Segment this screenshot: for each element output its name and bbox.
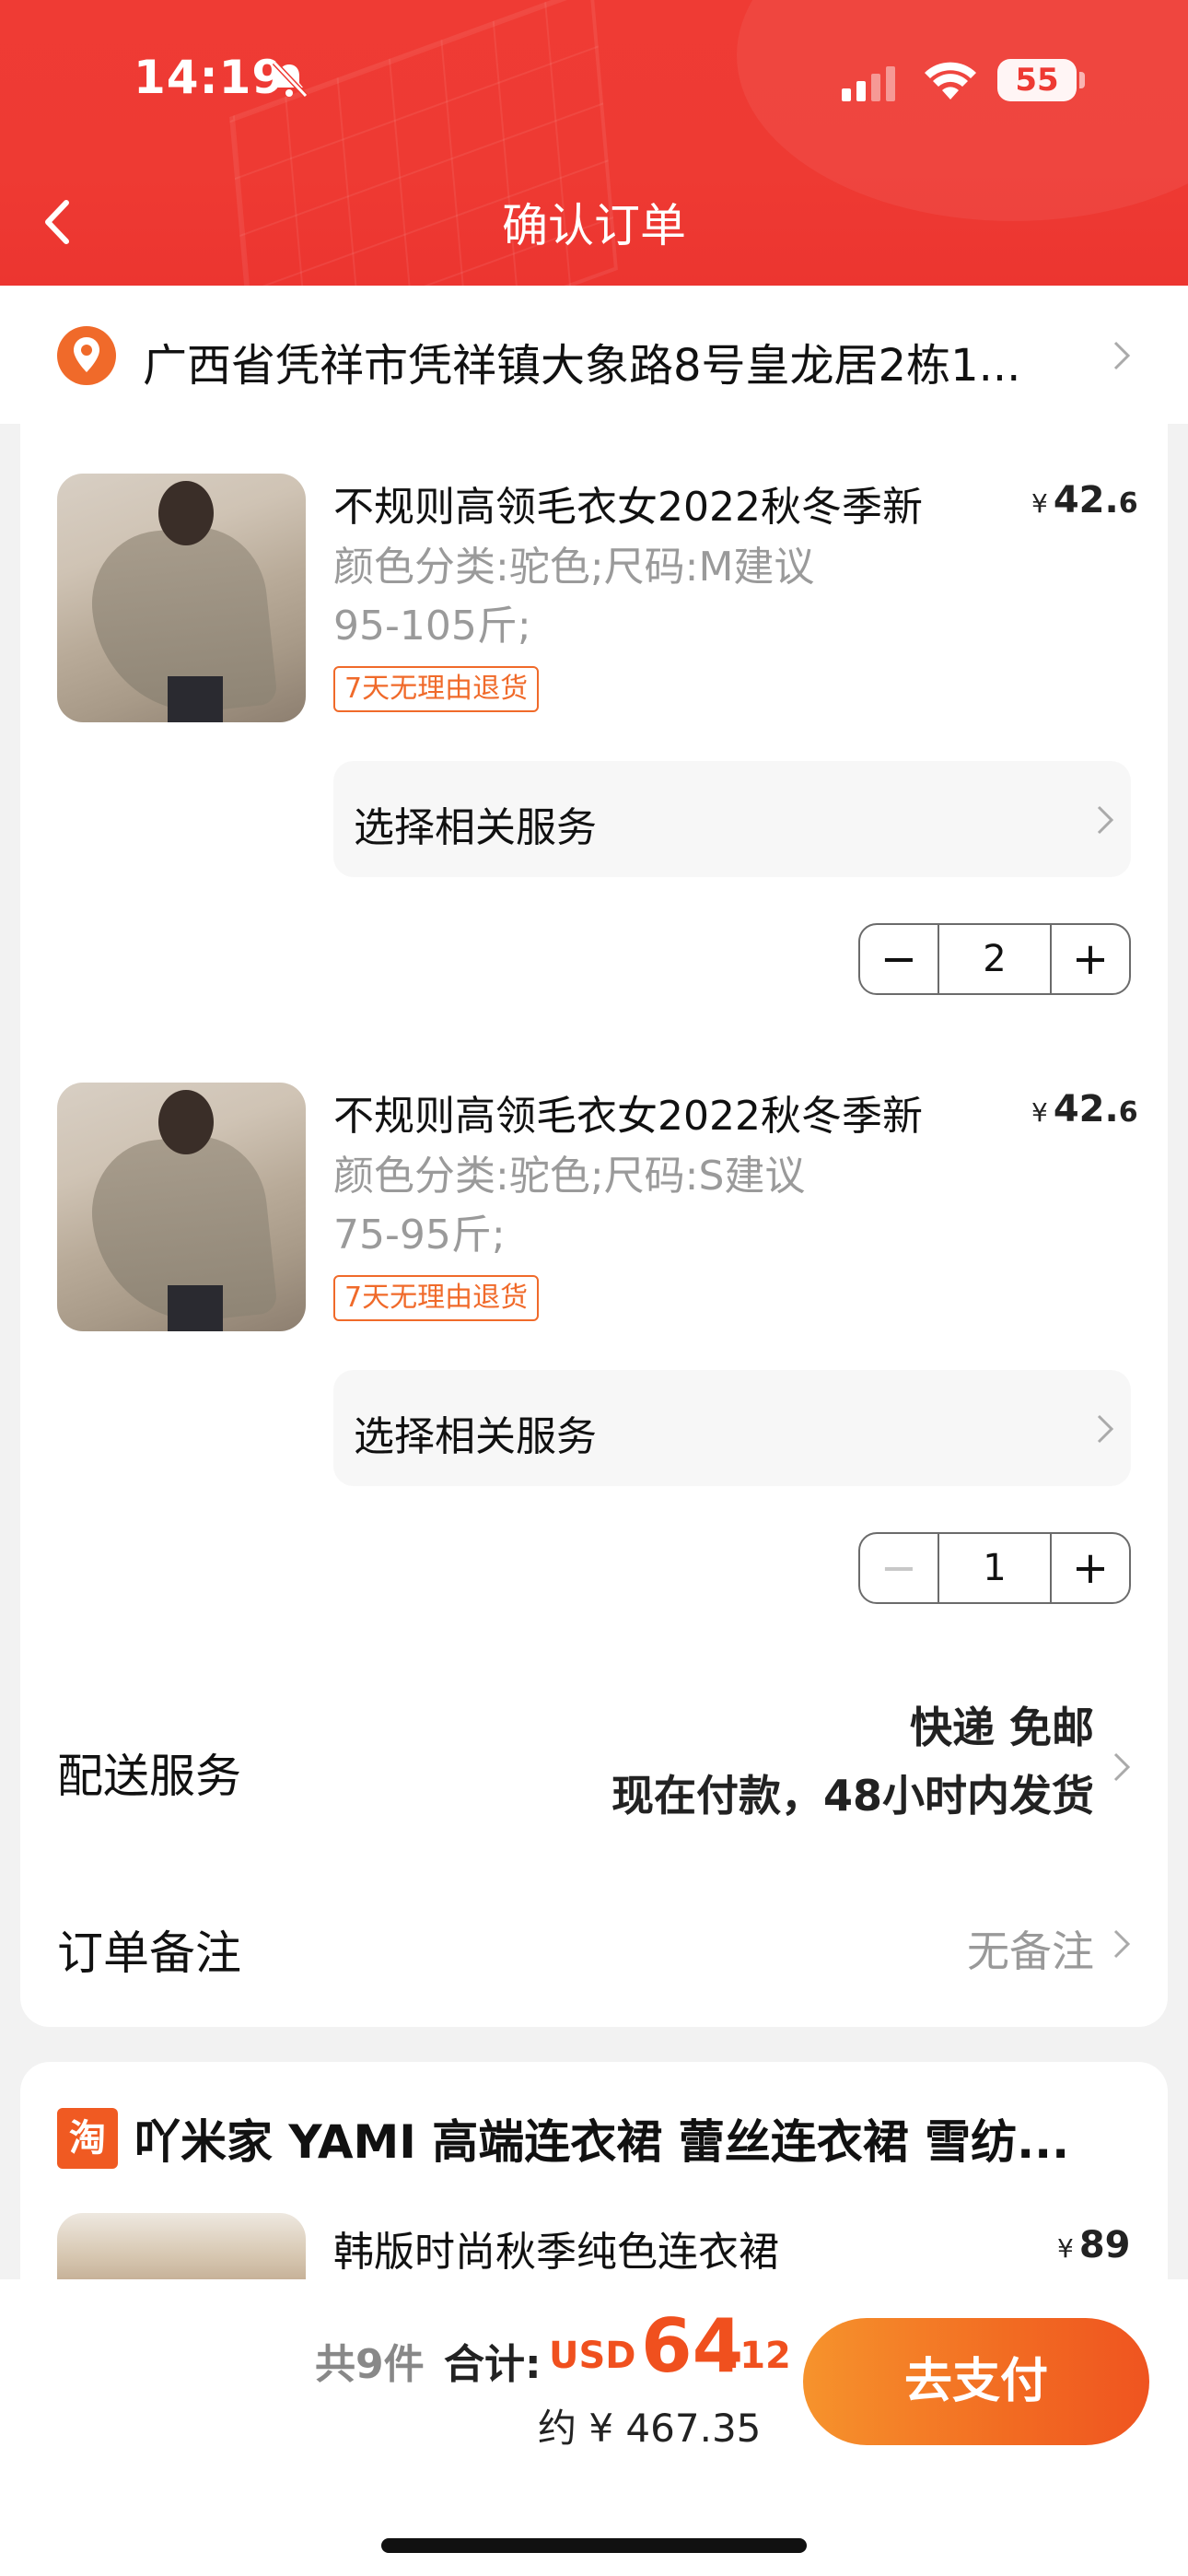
product-price: ¥42.6 bbox=[1031, 479, 1138, 521]
select-service-button[interactable]: 选择相关服务 bbox=[333, 1370, 1131, 1486]
quantity-value[interactable]: 1 bbox=[939, 1534, 1050, 1602]
wifi-icon bbox=[925, 62, 976, 100]
chevron-right-icon bbox=[1113, 341, 1131, 370]
increment-button[interactable]: + bbox=[1050, 1534, 1129, 1602]
battery-cap bbox=[1079, 72, 1085, 88]
shop-name[interactable]: 吖米家 YAMI 高端连衣裙 蕾丝连衣裙 雪纺... bbox=[134, 2105, 1120, 2172]
select-service-button[interactable]: 选择相关服务 bbox=[333, 761, 1131, 877]
product-price: ¥89 bbox=[1057, 2224, 1131, 2266]
product-price: ¥42.6 bbox=[1031, 1088, 1138, 1130]
chevron-right-icon bbox=[1113, 1752, 1131, 1782]
mute-icon bbox=[272, 60, 309, 99]
service-label: 选择相关服务 bbox=[354, 1413, 597, 1460]
quantity-value[interactable]: 2 bbox=[939, 925, 1050, 993]
taobao-shop-icon: 淘 bbox=[57, 2108, 118, 2169]
quantity-stepper[interactable]: − 2 + bbox=[858, 923, 1131, 995]
pay-button[interactable]: 去支付 bbox=[803, 2318, 1149, 2445]
page-title: 确认订单 bbox=[502, 199, 686, 252]
location-pin-icon bbox=[57, 326, 116, 385]
product-image[interactable] bbox=[57, 1083, 306, 1331]
increment-button[interactable]: + bbox=[1050, 925, 1129, 993]
service-label: 选择相关服务 bbox=[354, 804, 597, 851]
total-amount-decimal: .12 bbox=[726, 2335, 791, 2377]
product-image[interactable] bbox=[57, 474, 306, 722]
delivery-label[interactable]: 配送服务 bbox=[57, 1739, 241, 1806]
product-title[interactable]: 不规则高领毛衣女2022秋冬季新 bbox=[333, 1083, 923, 1142]
address-text[interactable]: 广西省凭祥市凭祥镇大象路8号皇龙居2栋1... bbox=[143, 329, 1101, 393]
quantity-stepper[interactable]: − 1 + bbox=[858, 1532, 1131, 1604]
order-note-value[interactable]: 无备注 bbox=[967, 1918, 1094, 1979]
chevron-right-icon bbox=[1097, 1414, 1114, 1444]
return-policy-badge: 7天无理由退货 bbox=[333, 1275, 540, 1321]
decrement-button[interactable]: − bbox=[860, 1534, 939, 1602]
return-policy-badge: 7天无理由退货 bbox=[333, 666, 540, 712]
decrement-button[interactable]: − bbox=[860, 925, 939, 993]
approx-cny-total: 约 ¥ 467.35 bbox=[538, 2406, 762, 2451]
product-title[interactable]: 不规则高领毛衣女2022秋冬季新 bbox=[333, 474, 923, 533]
product-title[interactable]: 韩版时尚秋季纯色连衣裙 bbox=[333, 2219, 779, 2277]
item-count: 共9件 bbox=[315, 2341, 425, 2388]
delivery-info[interactable]: 快递 免邮 现在付款，48小时内发货 bbox=[611, 1693, 1094, 1830]
chevron-right-icon bbox=[1113, 1929, 1131, 1959]
home-indicator[interactable] bbox=[381, 2538, 807, 2553]
status-time: 14:19 bbox=[134, 51, 285, 104]
battery-icon: 55 bbox=[997, 59, 1077, 101]
signal-icon bbox=[842, 66, 895, 101]
product-sku: 颜色分类:驼色;尺码:S建议 75-95斤; bbox=[333, 1153, 806, 1259]
chevron-right-icon bbox=[1097, 805, 1114, 835]
total-label: 合计: bbox=[444, 2341, 542, 2388]
status-bar: 14:19 55 bbox=[0, 0, 1188, 157]
product-sku: 颜色分类:驼色;尺码:M建议 95-105斤; bbox=[333, 544, 815, 650]
order-note-label[interactable]: 订单备注 bbox=[57, 1916, 241, 1983]
total-currency: USD bbox=[549, 2335, 636, 2377]
